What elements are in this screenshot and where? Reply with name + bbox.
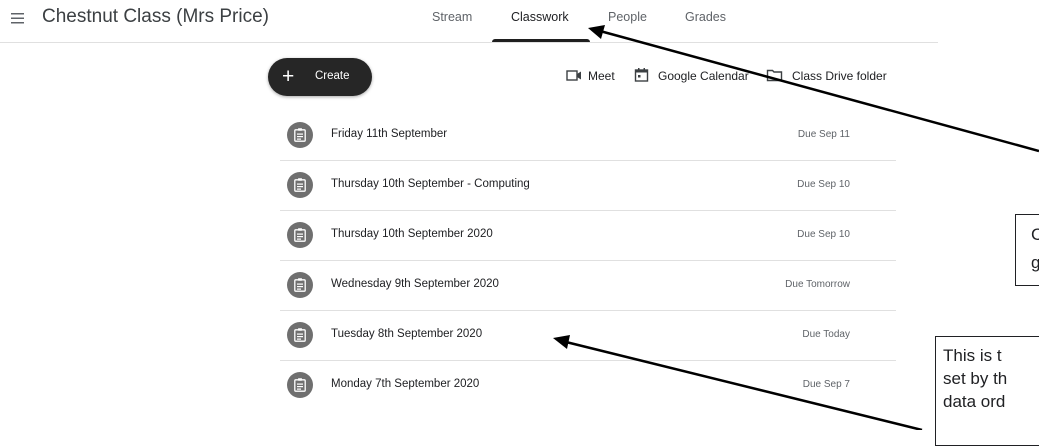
annotation-arrows bbox=[553, 25, 1039, 430]
annotation-arrow-1 bbox=[599, 29, 1039, 153]
annotation-arrow-2 bbox=[565, 340, 923, 430]
annotation-arrow-2-head bbox=[553, 335, 570, 349]
annotation-arrow-1-head bbox=[588, 25, 605, 39]
